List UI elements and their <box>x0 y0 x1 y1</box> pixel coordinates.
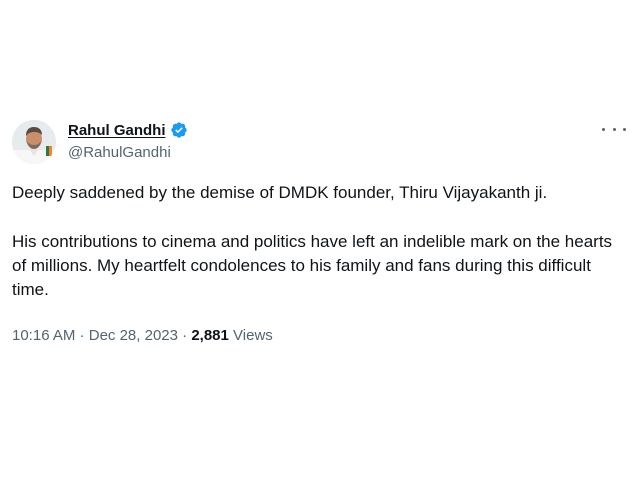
meta-separator: · <box>75 327 89 344</box>
views-count: 2,881 <box>191 327 229 344</box>
tweet-text: Deeply saddened by the demise of DMDK fo… <box>12 181 624 302</box>
profile-photo-icon <box>12 120 56 164</box>
avatar[interactable] <box>12 120 56 164</box>
views-label: Views <box>233 327 273 344</box>
author-handle[interactable]: @RahulGandhi <box>68 143 188 163</box>
author-info: Rahul Gandhi @RahulGandhi <box>68 119 188 163</box>
tweet-paragraph: His contributions to cinema and politics… <box>12 232 613 299</box>
ellipsis-dot <box>623 127 626 131</box>
more-options-icon[interactable] <box>602 122 626 136</box>
tweet-header: Rahul Gandhi @RahulGandhi <box>12 119 628 167</box>
meta-separator: · <box>177 327 192 344</box>
tweet-timestamp[interactable]: 10:16 AM · Dec 28, 2023 <box>12 327 178 344</box>
tweet-card: Rahul Gandhi @RahulGandhi Deeply saddene… <box>0 0 640 480</box>
tweet-date: Dec 28, 2023 <box>88 327 178 344</box>
ellipsis-dot <box>602 127 605 131</box>
tweet-meta: 10:16 AM · Dec 28, 2023 · 2,881 Views <box>12 326 273 346</box>
tweet-time: 10:16 AM <box>12 327 76 344</box>
author-display-name[interactable]: Rahul Gandhi <box>68 122 166 139</box>
author-name-row: Rahul Gandhi <box>68 119 188 141</box>
verified-badge-icon[interactable] <box>170 121 188 139</box>
ellipsis-dot <box>612 127 616 131</box>
tweet-paragraph: Deeply saddened by the demise of DMDK fo… <box>12 183 548 202</box>
